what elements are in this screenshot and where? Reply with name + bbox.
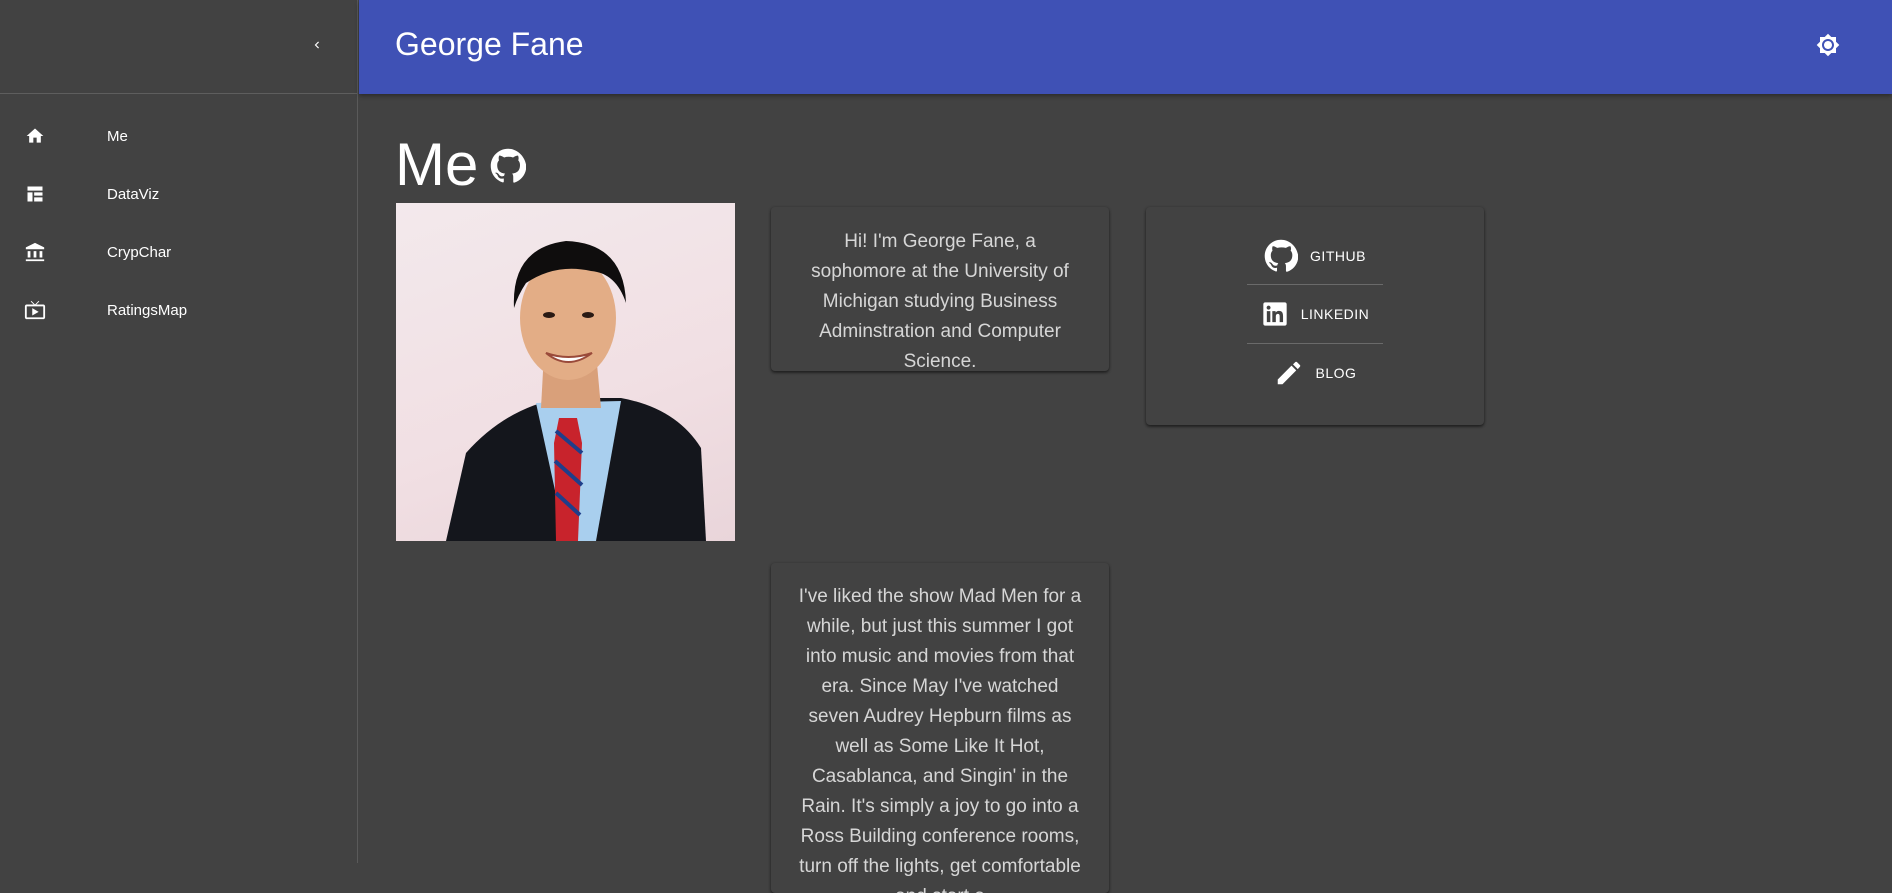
sidebar-item-crypchar[interactable]: CrypChar [0, 223, 358, 281]
links-card: GITHUB LINKEDIN BLOG [1146, 207, 1484, 425]
chevron-left-icon [314, 41, 319, 49]
linkedin-link[interactable]: LINKEDIN [1247, 285, 1383, 343]
profile-photo [396, 203, 735, 541]
blog-link[interactable]: BLOG [1247, 344, 1383, 402]
sidebar: Me DataViz CrypChar RatingsMap [0, 0, 358, 863]
bio-card: I've liked the show Mad Men for a while,… [771, 563, 1109, 893]
sidebar-item-label: Me [107, 127, 128, 145]
brightness-icon [1816, 33, 1840, 57]
github-icon [1264, 239, 1299, 272]
sidebar-item-label: RatingsMap [107, 301, 188, 319]
theme-toggle-button[interactable] [1815, 32, 1841, 58]
pencil-icon [1277, 361, 1300, 385]
intro-text: Hi! I'm George Fane, a sophomore at the … [811, 231, 1069, 372]
sidebar-item-ratingsmap[interactable]: RatingsMap [0, 281, 358, 339]
blog-link-label: BLOG [1315, 365, 1357, 381]
sidebar-item-label: DataViz [107, 185, 160, 203]
github-link-label: GITHUB [1310, 248, 1366, 264]
home-icon [24, 125, 46, 147]
collapse-sidebar-button[interactable] [302, 30, 332, 60]
page-title: Me [395, 131, 479, 198]
sidebar-item-me[interactable]: Me [0, 107, 358, 165]
app-title: George Fane [395, 26, 584, 62]
github-icon[interactable] [490, 148, 527, 184]
app-bar: George Fane [359, 0, 1892, 94]
sidebar-item-label: CrypChar [107, 243, 172, 261]
linkedin-link-label: LINKEDIN [1300, 306, 1370, 322]
sidebar-item-dataviz[interactable]: DataViz [0, 165, 358, 223]
linkedin-icon [1263, 302, 1287, 326]
sidebar-header [0, 0, 357, 94]
intro-card: Hi! I'm George Fane, a sophomore at the … [771, 207, 1109, 372]
bank-icon [24, 241, 46, 263]
github-link[interactable]: GITHUB [1247, 227, 1383, 285]
table-icon [24, 183, 46, 205]
bio-text: I've liked the show Mad Men for a while,… [798, 586, 1082, 893]
tv-play-icon [24, 299, 46, 321]
